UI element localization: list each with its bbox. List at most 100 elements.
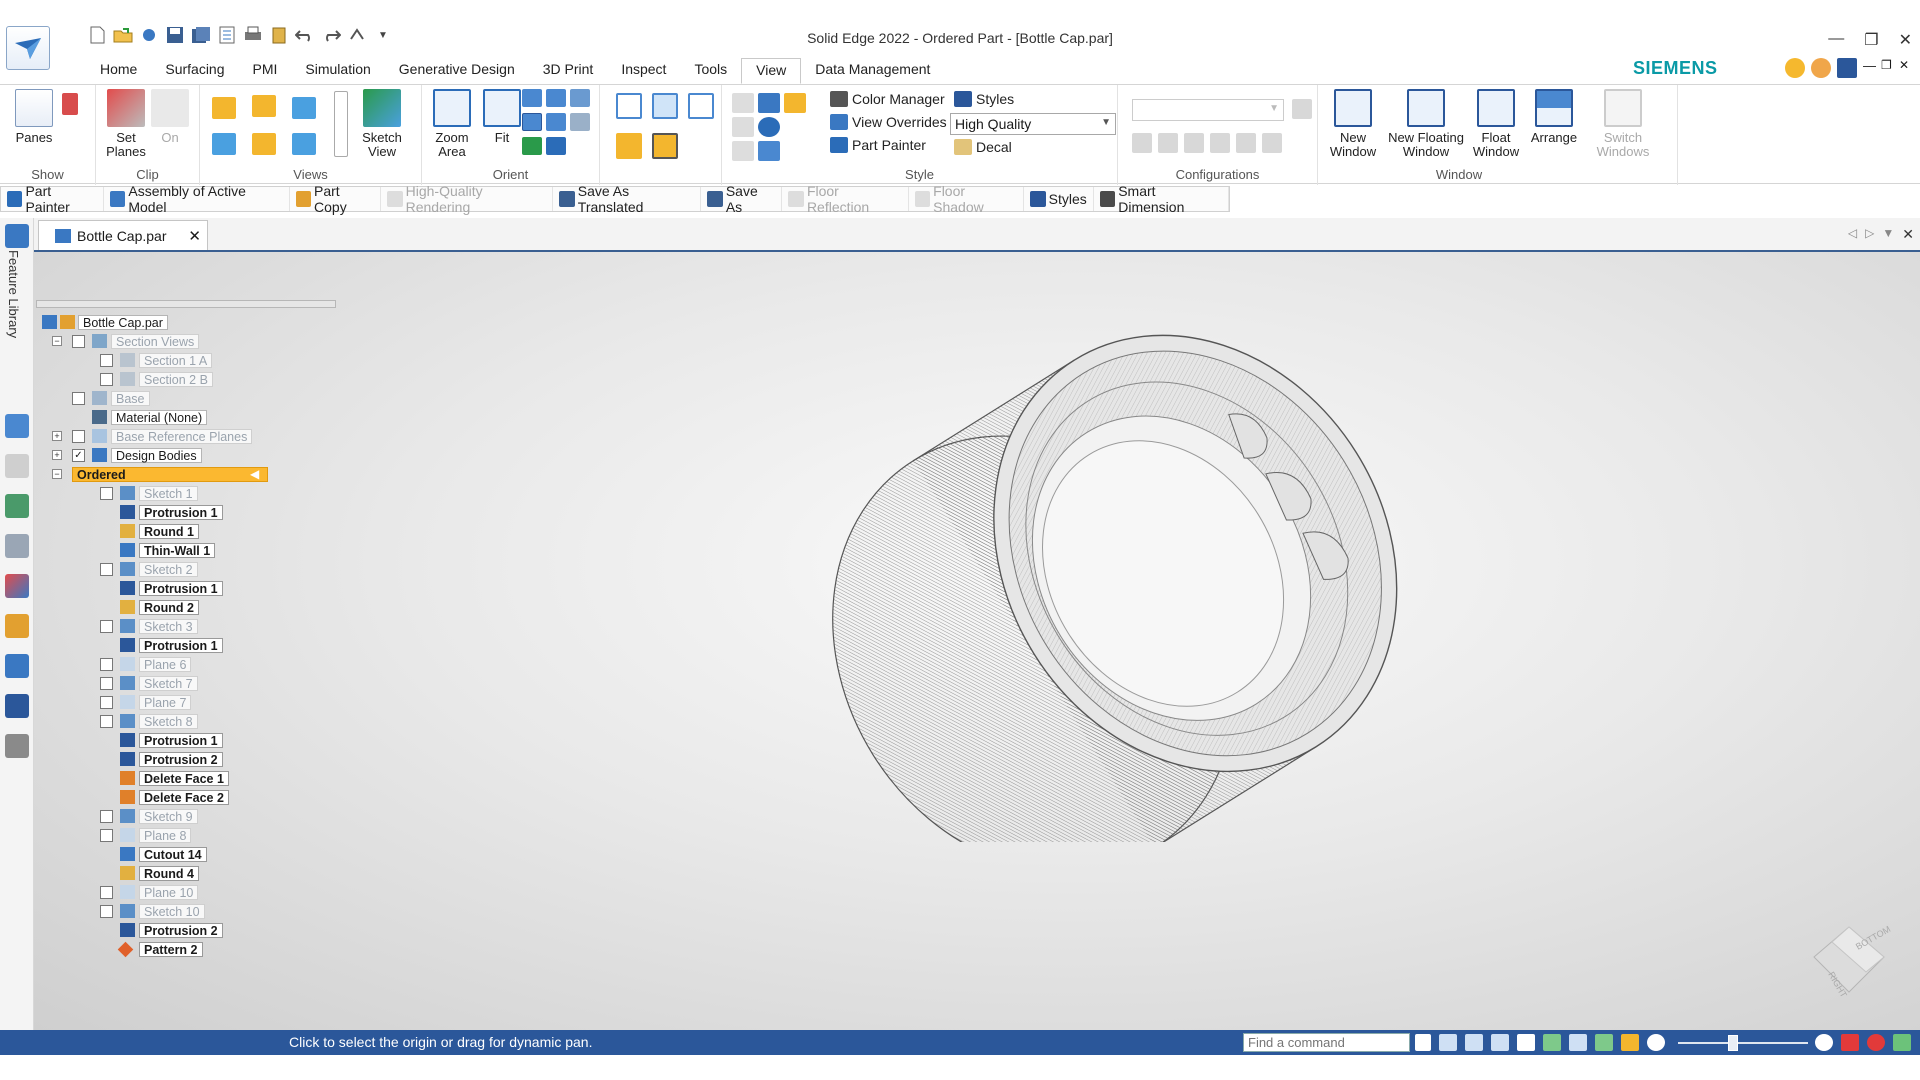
new-window-button[interactable]: New Window [1322,89,1384,159]
styles-button[interactable]: Styles [954,91,1014,107]
visible-edges-icon[interactable] [652,93,678,119]
shaded-visible-edges-icon[interactable] [652,133,678,159]
record-icon[interactable] [1867,1034,1885,1051]
tab-tools[interactable]: Tools [680,58,741,84]
config-icon-6[interactable] [1262,133,1282,153]
cmd-part-painter[interactable]: Part Painter [1,183,104,215]
pan-icon[interactable] [546,89,566,107]
tab-generative-design[interactable]: Generative Design [385,58,529,84]
family-of-parts-icon[interactable] [5,494,29,518]
doc-close-icon[interactable]: ✕ [1899,58,1911,78]
upload-icon[interactable] [1893,1034,1911,1051]
pan-icon[interactable] [1517,1034,1535,1051]
save-configuration-icon[interactable] [1292,99,1312,119]
doc-restore-icon[interactable]: ❐ [1881,58,1893,78]
restore-icon[interactable]: ❐ [1864,30,1878,50]
cmd-high-quality-rendering[interactable]: High-Quality Rendering [381,183,554,215]
new-floating-window-button[interactable]: New Floating Window [1384,89,1468,159]
checkbox[interactable] [72,429,85,443]
float-window-button[interactable]: Float Window [1468,89,1524,159]
cmd-floor-shadow[interactable]: Floor Shadow [909,183,1024,215]
help-icon[interactable] [1837,58,1857,78]
video-icon[interactable] [1841,1034,1859,1051]
minimize-icon[interactable]: — [1828,30,1844,50]
view-background-icon[interactable] [758,93,780,113]
sensors-icon[interactable] [5,654,29,678]
floor-reflection-icon[interactable] [732,93,754,113]
help-tab-icon[interactable] [5,454,29,478]
spin-about-icon[interactable] [546,113,566,131]
panes-button[interactable]: Panes [4,89,64,145]
collapse-icon[interactable]: − [52,336,62,346]
checkbox[interactable] [100,904,113,918]
part-painter-button[interactable]: Part Painter [830,137,926,153]
view-overrides-select[interactable]: High Quality ▼ [950,113,1116,135]
checkbox[interactable] [100,619,113,633]
frown-feedback-icon[interactable] [1811,58,1831,78]
view-front-icon[interactable] [252,95,276,117]
view-style-icon[interactable] [1621,1034,1639,1051]
rotate-icon[interactable] [570,89,590,107]
go-arrow-icon[interactable] [1415,1034,1431,1051]
checkbox[interactable] [100,809,113,823]
checkbox[interactable] [100,676,113,690]
expand-icon[interactable]: + [52,450,62,460]
ambient-shadow-icon[interactable] [732,141,754,161]
checkbox[interactable] [100,714,113,728]
cmd-floor-reflection[interactable]: Floor Reflection [782,183,909,215]
view-right-icon[interactable] [292,97,316,119]
tab-view[interactable]: View [741,58,802,84]
checkbox[interactable] [100,657,113,671]
config-icon-5[interactable] [1236,133,1256,153]
cmd-assembly-of-active-model[interactable]: Assembly of Active Model [104,183,290,215]
rotate-icon[interactable] [1543,1034,1561,1051]
checkbox[interactable] [100,695,113,709]
shaded-icon[interactable] [616,133,642,159]
pathfinder-splitter[interactable] [36,300,336,308]
bottle-cap-model[interactable] [734,322,1414,842]
previous-view-icon[interactable] [522,137,542,155]
zoom-out-icon[interactable] [1647,1034,1665,1051]
graphics-viewport[interactable]: Bottle Cap.par − Section Views Section 1… [34,252,1920,1030]
sketch-view-icon[interactable] [1595,1034,1613,1051]
named-views-icon[interactable] [546,137,566,155]
zoom-icon[interactable] [522,89,542,107]
grid-icon[interactable] [5,534,29,558]
checkbox[interactable] [100,885,113,899]
tab-home[interactable]: Home [86,58,151,84]
config-icon-4[interactable] [1210,133,1230,153]
view-back-icon[interactable] [292,133,316,155]
chevron-right-icon[interactable]: ▷ [1865,226,1874,243]
config-icon-2[interactable] [1158,133,1178,153]
zoom-slider-track[interactable] [1678,1042,1808,1044]
view-cube[interactable]: BOTTOM RIGHT [1804,912,1894,1002]
cmd-styles[interactable]: Styles [1024,187,1094,211]
close-icon[interactable]: ✕ [1902,226,1914,243]
find-command-input[interactable] [1243,1033,1410,1052]
tab-surfacing[interactable]: Surfacing [151,58,238,84]
checkbox-checked[interactable]: ✓ [72,448,85,462]
tab-pmi[interactable]: PMI [239,58,292,84]
clip-on-button[interactable]: On [140,89,200,145]
document-tab[interactable]: Bottle Cap.par ✕ [38,220,208,250]
layers-icon[interactable] [5,414,29,438]
close-icon[interactable]: ✕ [1899,30,1912,50]
expand-icon[interactable]: + [52,431,62,441]
tab-data-management[interactable]: Data Management [801,58,944,84]
wireframe-icon[interactable] [616,93,642,119]
chevron-down-icon[interactable]: ▼ [1882,226,1894,243]
close-icon[interactable]: ✕ [188,227,201,245]
network-icon[interactable] [5,734,29,758]
cmd-smart-dimension[interactable]: Smart Dimension [1094,183,1229,215]
color-manager-button[interactable]: Color Manager [830,91,945,107]
color-palette-icon[interactable] [5,574,29,598]
spin-about-icon[interactable] [1569,1034,1587,1051]
zoom-icon[interactable] [1465,1034,1483,1051]
decal-button[interactable]: Decal [954,139,1012,155]
fit-icon[interactable] [1491,1034,1509,1051]
checkbox[interactable] [72,334,85,348]
smile-feedback-icon[interactable] [1785,58,1805,78]
tab-inspect[interactable]: Inspect [607,58,680,84]
arrange-button[interactable]: Arrange [1526,89,1582,145]
chevron-left-icon[interactable]: ◁ [1848,226,1857,243]
